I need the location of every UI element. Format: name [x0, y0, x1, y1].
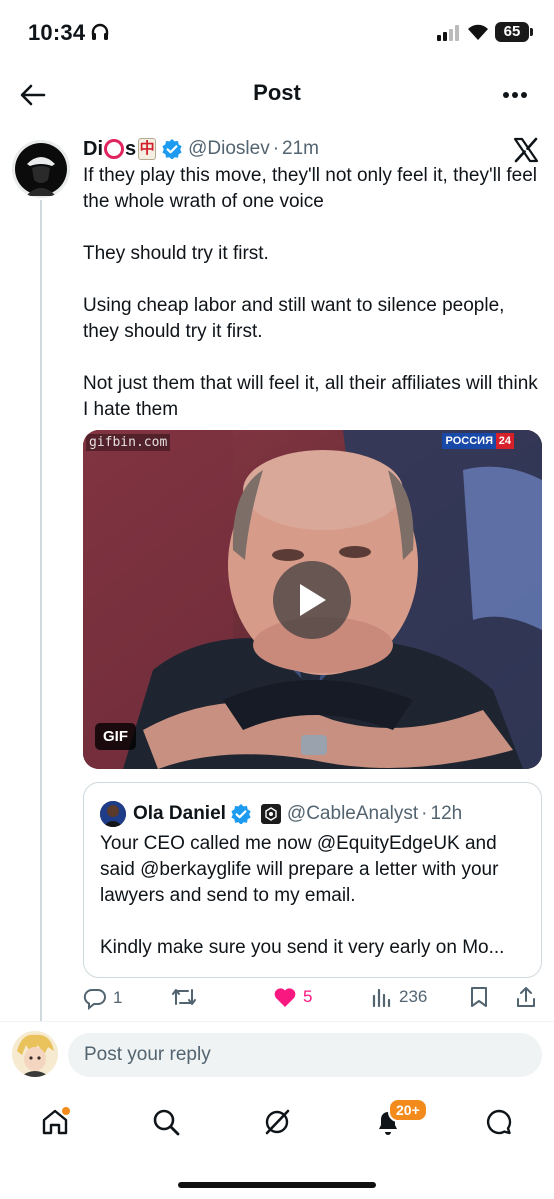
separator-dot: ·: [272, 138, 280, 159]
post-text: If they play this move, they'll not only…: [83, 163, 543, 423]
x-logo-icon[interactable]: [512, 136, 540, 164]
post-paragraph: They should try it first.: [83, 243, 269, 264]
reply-button[interactable]: 1: [83, 986, 122, 1010]
bottom-nav: 20+: [0, 1090, 554, 1156]
repost-button[interactable]: [171, 986, 197, 1008]
views-button[interactable]: 236: [371, 986, 427, 1008]
mahjong-tile-emoji-icon: 中: [138, 138, 157, 160]
share-button[interactable]: [515, 986, 537, 1008]
nav-grok[interactable]: [255, 1100, 299, 1144]
status-bar: 10:34 65: [0, 0, 554, 66]
more-horizontal-icon: [503, 92, 527, 98]
signal-icon: [437, 25, 461, 46]
home-indicator: [178, 1182, 376, 1188]
gif-badge: GIF: [95, 723, 136, 750]
headphones-icon: [90, 22, 110, 47]
quote-line: lawyers and send to my email.: [100, 885, 356, 906]
share-icon: [517, 987, 535, 1007]
author-avatar[interactable]: [12, 140, 70, 198]
nav-home[interactable]: [33, 1100, 77, 1144]
nav-notifications[interactable]: 20+: [366, 1098, 428, 1144]
quote-header: Ola Daniel @CableAnalyst · 12h: [100, 801, 462, 827]
header: Post: [0, 70, 554, 118]
reply-input[interactable]: Post your reply: [68, 1033, 542, 1077]
channel-number: 24: [495, 433, 514, 449]
channel-logo: РОССИЯ: [441, 433, 497, 449]
author-handle[interactable]: @Dioslev: [188, 138, 270, 160]
post-header: Di s 中 @Dioslev · 21m: [83, 135, 319, 163]
post-paragraph: Using cheap labor and still want to sile…: [83, 295, 505, 342]
author-name-suffix: s: [125, 137, 137, 160]
bookmark-icon: [471, 987, 487, 1007]
reply-icon: [83, 988, 106, 1010]
divider: [0, 1021, 554, 1022]
heart-filled-icon: [274, 988, 296, 1007]
verified-badge-icon: [162, 139, 182, 159]
wifi-icon: [466, 23, 490, 46]
grok-icon: [265, 1109, 290, 1135]
messages-icon: [486, 1109, 512, 1135]
quote-author-name: Ola Daniel: [133, 803, 226, 824]
reply-count: 1: [113, 988, 123, 1007]
like-button[interactable]: 5: [273, 986, 312, 1008]
quoted-post[interactable]: Ola Daniel @CableAnalyst · 12h Your CEO …: [83, 782, 542, 978]
more-options-button[interactable]: [498, 78, 532, 112]
nav-search[interactable]: [144, 1100, 188, 1144]
quote-timestamp: 12h: [430, 803, 463, 824]
gif-media[interactable]: gifbin.com РОССИЯ 24 GIF: [83, 430, 542, 769]
notifications-badge: 20+: [388, 1098, 428, 1122]
views-count: 236: [399, 987, 428, 1006]
battery-icon: 65: [495, 22, 533, 42]
gif-watermark: gifbin.com: [86, 434, 171, 451]
quote-line: said @berkayglife will prepare a letter …: [100, 859, 499, 880]
quote-text: Your CEO called me now @EquityEdgeUK and…: [100, 831, 530, 961]
affiliate-badge-icon: [260, 804, 281, 824]
bookmark-button[interactable]: [469, 986, 489, 1008]
quote-author-avatar[interactable]: [100, 801, 126, 827]
notification-dot: [62, 1107, 70, 1115]
quote-line: Your CEO called me now @EquityEdgeUK and: [100, 833, 497, 854]
page-title: Post: [253, 80, 301, 105]
like-count: 5: [303, 987, 313, 1006]
post-actions: 1 5 236: [83, 986, 543, 1014]
red-circle-emoji-icon: [104, 139, 124, 159]
bar-chart-icon: [372, 988, 391, 1008]
thread-line: [40, 200, 42, 1022]
repost-icon: [172, 989, 196, 1005]
post-timestamp[interactable]: 21m: [282, 138, 319, 160]
quote-author-handle: @CableAnalyst: [286, 803, 419, 824]
quote-line: Kindly make sure you send it very early …: [100, 937, 505, 958]
verified-badge-icon: [231, 804, 251, 824]
post-paragraph: Not just them that will feel it, all the…: [83, 373, 538, 420]
search-icon: [153, 1109, 180, 1136]
separator-dot: ·: [421, 803, 428, 824]
nav-messages[interactable]: [477, 1100, 521, 1144]
play-icon: [300, 584, 326, 616]
quote-paragraph: Your CEO called me now @EquityEdgeUK and…: [100, 831, 530, 909]
author-name[interactable]: Di: [83, 138, 103, 161]
post-paragraph: If they play this move, they'll not only…: [83, 165, 537, 212]
status-time: 10:34: [28, 20, 86, 45]
play-button[interactable]: [273, 561, 351, 639]
current-user-avatar[interactable]: [12, 1031, 58, 1077]
